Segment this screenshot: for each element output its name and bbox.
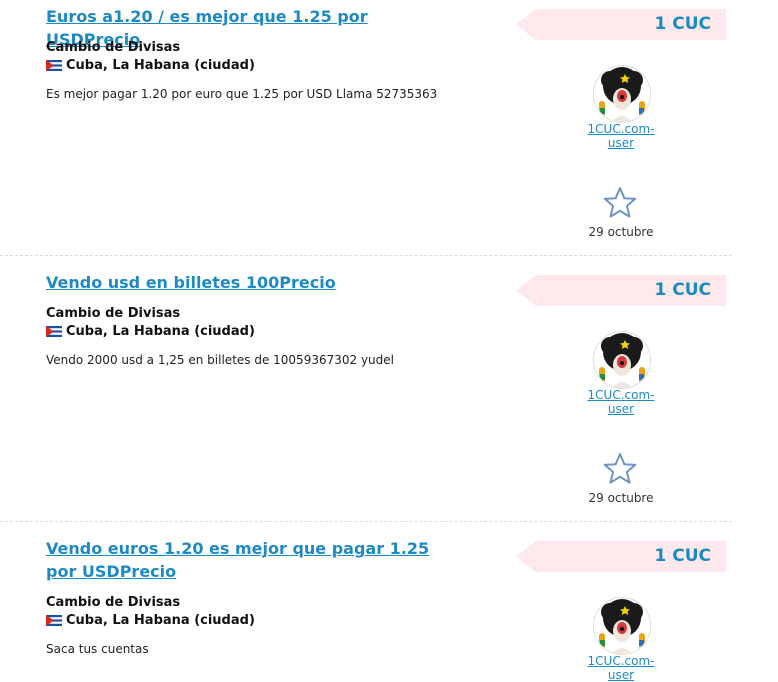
location-text: Cuba, La Habana (ciudad) — [66, 58, 255, 73]
price-value: 1 CUC — [654, 280, 711, 300]
listing-divider — [0, 255, 732, 256]
user-avatar[interactable] — [593, 597, 651, 655]
user-avatar[interactable] — [593, 65, 651, 123]
price-value: 1 CUC — [654, 546, 711, 566]
user-link[interactable]: 1CUC.com-user — [576, 388, 666, 416]
listing-description: Vendo 2000 usd a 1,25 en billetes de 100… — [46, 353, 394, 367]
listing-card: Euros a1.20 / es mejor que 1.25 por USDP… — [0, 5, 732, 271]
category-label: Cambio de Divisas — [46, 595, 181, 610]
cuba-flag-icon — [46, 326, 62, 337]
listing-description: Saca tus cuentas — [46, 642, 149, 656]
price-tag: 1 CUC — [516, 541, 726, 572]
user-link[interactable]: 1CUC.com-user — [576, 122, 666, 150]
location-text: Cuba, La Habana (ciudad) — [66, 324, 255, 339]
price-value: 1 CUC — [654, 14, 711, 34]
post-date: 29 octubre — [588, 225, 654, 239]
listing-title-link[interactable]: Vendo euros 1.20 es mejor que pagar 1.25… — [46, 537, 446, 583]
price-tag: 1 CUC — [516, 275, 726, 306]
price-tag: 1 CUC — [516, 9, 726, 40]
location-text: Cuba, La Habana (ciudad) — [66, 613, 255, 628]
location: Cuba, La Habana (ciudad) — [46, 613, 255, 628]
listing-card: Vendo usd en billetes 100Precio Cambio d… — [0, 271, 732, 537]
location: Cuba, La Habana (ciudad) — [46, 324, 255, 339]
location: Cuba, La Habana (ciudad) — [46, 58, 255, 73]
category-label: Cambio de Divisas — [46, 306, 181, 321]
cuba-flag-icon — [46, 60, 62, 71]
star-outline-icon[interactable] — [602, 452, 638, 486]
listing-card: Vendo euros 1.20 es mejor que pagar 1.25… — [0, 537, 732, 682]
user-link[interactable]: 1CUC.com-user — [576, 654, 666, 682]
user-avatar[interactable] — [593, 331, 651, 389]
category-label: Cambio de Divisas — [46, 40, 181, 55]
listing-description: Es mejor pagar 1.20 por euro que 1.25 po… — [46, 87, 438, 101]
listing-title-link[interactable]: Vendo usd en billetes 100Precio — [46, 271, 446, 294]
listing-divider — [0, 521, 732, 522]
star-outline-icon[interactable] — [602, 186, 638, 220]
cuba-flag-icon — [46, 615, 62, 626]
post-date: 29 octubre — [588, 491, 654, 505]
